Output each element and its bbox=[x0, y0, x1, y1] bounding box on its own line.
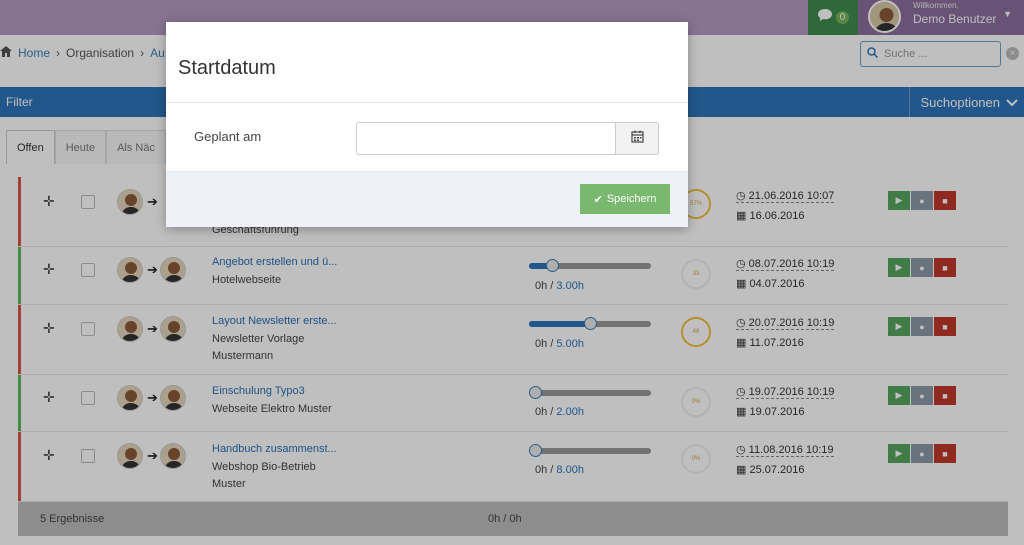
dialog-title: Startdatum bbox=[178, 57, 276, 79]
checkmark-icon: ✔ bbox=[593, 193, 603, 206]
save-button[interactable]: ✔ Speichern bbox=[580, 184, 670, 214]
date-field-label: Geplant am bbox=[194, 129, 262, 144]
calendar-button[interactable] bbox=[615, 122, 659, 155]
startdatum-dialog: Startdatum Geplant am ✔ Speichern bbox=[166, 22, 688, 227]
dialog-footer: ✔ Speichern bbox=[166, 171, 688, 227]
divider bbox=[166, 102, 688, 103]
save-button-label: Speichern bbox=[606, 193, 657, 205]
date-input[interactable] bbox=[356, 122, 616, 155]
calendar-icon bbox=[630, 130, 644, 148]
